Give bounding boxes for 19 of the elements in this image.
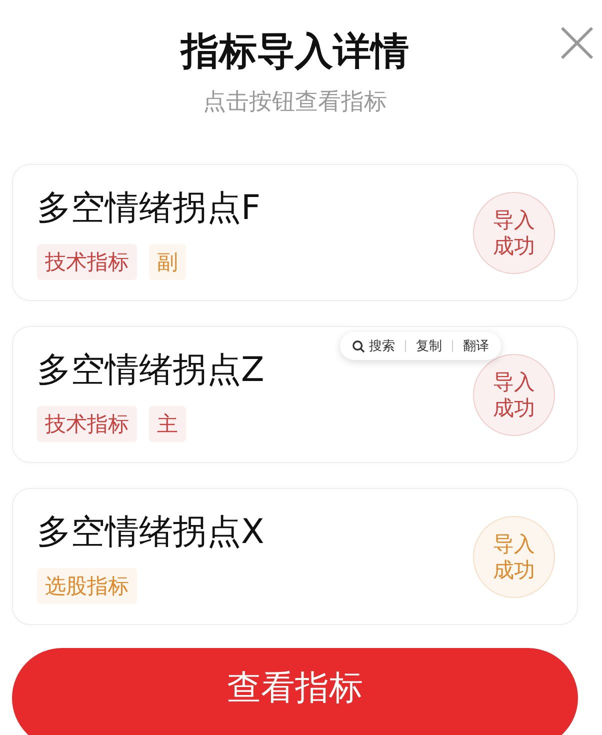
indicator-name: 多空情绪拐点Z (37, 348, 264, 392)
indicator-tag: 主 (149, 406, 186, 442)
indicator-tag: 选股指标 (37, 568, 137, 604)
indicator-tag: 技术指标 (37, 406, 137, 442)
import-status-stamp: 导入成功 (473, 192, 555, 274)
import-status-stamp: 导入成功 (473, 516, 555, 598)
indicator-tag: 技术指标 (37, 244, 137, 280)
close-icon[interactable] (559, 25, 595, 61)
indicator-name: 多空情绪拐点X (37, 510, 264, 554)
search-icon (352, 340, 365, 352)
dialog-title: 指标导入详情 (181, 28, 409, 74)
view-indicators-button[interactable]: 查看指标 (12, 648, 578, 735)
menu-action[interactable]: 翻译 (463, 337, 489, 355)
menu-action[interactable]: 搜索 (352, 337, 395, 355)
menu-action[interactable]: 复制 (416, 337, 442, 355)
import-status-stamp: 导入成功 (473, 354, 555, 436)
indicator-tag: 副 (149, 244, 186, 280)
dialog-subtitle: 点击按钮查看指标 (203, 88, 387, 117)
indicator-name: 多空情绪拐点F (37, 186, 261, 230)
